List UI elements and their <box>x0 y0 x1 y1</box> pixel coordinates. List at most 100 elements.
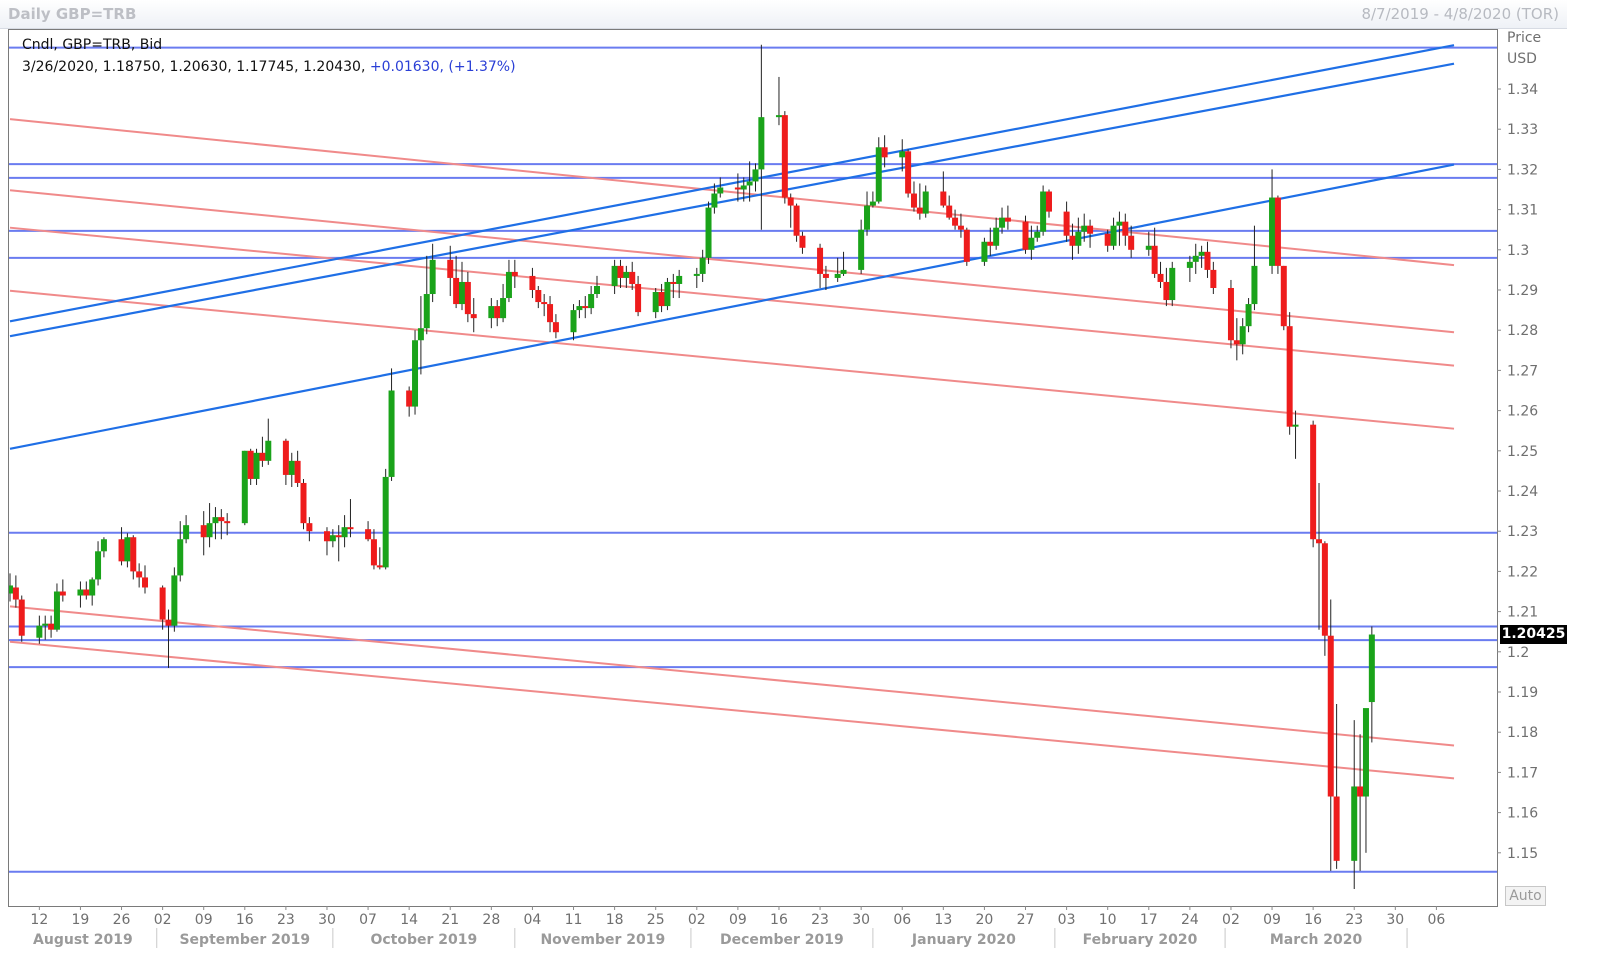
month-label: October 2019 <box>370 932 477 948</box>
candle-body <box>77 589 84 596</box>
candle-body <box>48 623 55 630</box>
candle-body <box>488 306 495 319</box>
x-tick-label: 30 <box>318 912 336 928</box>
candle-body <box>429 259 436 295</box>
x-tick-label: 16 <box>770 912 788 928</box>
price-axis[interactable] <box>1498 29 1567 907</box>
x-tick-label: 24 <box>1181 912 1199 928</box>
candle-body <box>1274 197 1281 266</box>
candle-body <box>1004 217 1011 222</box>
candle-body <box>670 281 677 284</box>
candle-body <box>59 591 66 596</box>
candle-body <box>1087 225 1094 234</box>
candle-body <box>494 306 501 319</box>
red-trendline <box>9 640 1455 780</box>
candle-body <box>282 440 289 475</box>
candle-body <box>370 539 377 566</box>
candle-body <box>1028 237 1035 250</box>
candle-body <box>1292 424 1299 427</box>
candle-body <box>752 169 759 182</box>
candle-body <box>423 294 430 329</box>
candle-body <box>53 591 60 630</box>
candle-body <box>570 310 577 333</box>
last-price-label: 1.20425 <box>1500 625 1567 644</box>
candle-body <box>341 527 348 538</box>
candle-body <box>388 390 395 477</box>
candle-body <box>910 193 917 208</box>
candle-body <box>746 181 753 186</box>
candle-body <box>417 328 424 341</box>
legend-ohlc-values: 3/26/2020, 1.18750, 1.20630, 1.17745, 1.… <box>22 59 370 75</box>
candle-body <box>36 625 43 638</box>
x-tick-label: 12 <box>30 912 48 928</box>
x-tick-label: 23 <box>277 912 295 928</box>
candle-body <box>183 525 190 540</box>
candle-body <box>365 529 372 540</box>
candle-body <box>952 217 959 226</box>
candle-body <box>699 257 706 274</box>
candle-body <box>717 187 724 194</box>
legend-change: +0.01630, (+1.37%) <box>369 59 516 75</box>
candle-body <box>676 275 683 284</box>
x-tick-label: 13 <box>934 912 952 928</box>
candle-body <box>1245 304 1252 327</box>
candle-body <box>130 537 137 572</box>
x-tick-label: 04 <box>524 912 542 928</box>
x-tick-label: 30 <box>852 912 870 928</box>
x-tick-label: 25 <box>647 912 665 928</box>
candle-body <box>300 482 307 524</box>
axis-currency: USD <box>1507 51 1537 67</box>
candle-body <box>547 304 554 323</box>
x-tick-label: 17 <box>1140 912 1158 928</box>
candle-body <box>541 302 548 305</box>
candle-body <box>535 290 542 303</box>
x-tick-label: 30 <box>1386 912 1404 928</box>
x-tick-label: 03 <box>1058 912 1076 928</box>
candle-body <box>711 193 718 208</box>
candle-body <box>946 205 953 218</box>
auto-scale-button[interactable]: Auto <box>1505 886 1546 906</box>
candle-body <box>1316 539 1323 544</box>
candle-body <box>1362 708 1369 797</box>
x-tick-label: 06 <box>1427 912 1445 928</box>
candle-body <box>241 450 248 524</box>
candle-body <box>306 523 313 532</box>
candle-body <box>1128 235 1135 250</box>
candle-body <box>12 587 19 600</box>
candle-body <box>664 281 671 307</box>
month-label: December 2019 <box>720 932 844 948</box>
x-tick-label: 21 <box>441 912 459 928</box>
x-tick-label: 19 <box>72 912 90 928</box>
candle-body <box>658 292 665 307</box>
candle-body <box>1233 340 1240 345</box>
candle-body <box>899 151 906 158</box>
x-tick-label: 27 <box>1017 912 1035 928</box>
x-tick-label: 07 <box>359 912 377 928</box>
candle-body <box>95 551 102 580</box>
candle-body <box>881 147 888 158</box>
candle-body <box>1110 225 1117 246</box>
candle-body <box>171 575 178 626</box>
candle-body <box>552 322 559 333</box>
month-label: March 2020 <box>1270 932 1363 948</box>
candle-body <box>916 207 923 214</box>
month-label: November 2019 <box>540 932 665 948</box>
candle-body <box>89 579 96 596</box>
candle-body <box>412 340 419 407</box>
candle-body <box>458 281 465 305</box>
candle-body <box>9 585 13 594</box>
x-tick-label: 23 <box>1345 912 1363 928</box>
candle-body <box>382 476 389 568</box>
candle-body <box>447 259 454 278</box>
month-label: August 2019 <box>33 932 133 948</box>
month-label: September 2019 <box>179 932 310 948</box>
candle-body <box>840 269 847 274</box>
candle-body <box>775 115 782 118</box>
candle-body <box>940 191 947 206</box>
candle-body <box>799 235 806 248</box>
x-tick-label: 20 <box>976 912 994 928</box>
candle-body <box>922 191 929 214</box>
candle-body <box>1351 786 1358 861</box>
candle-body <box>1063 211 1070 236</box>
candle-body <box>218 517 225 522</box>
